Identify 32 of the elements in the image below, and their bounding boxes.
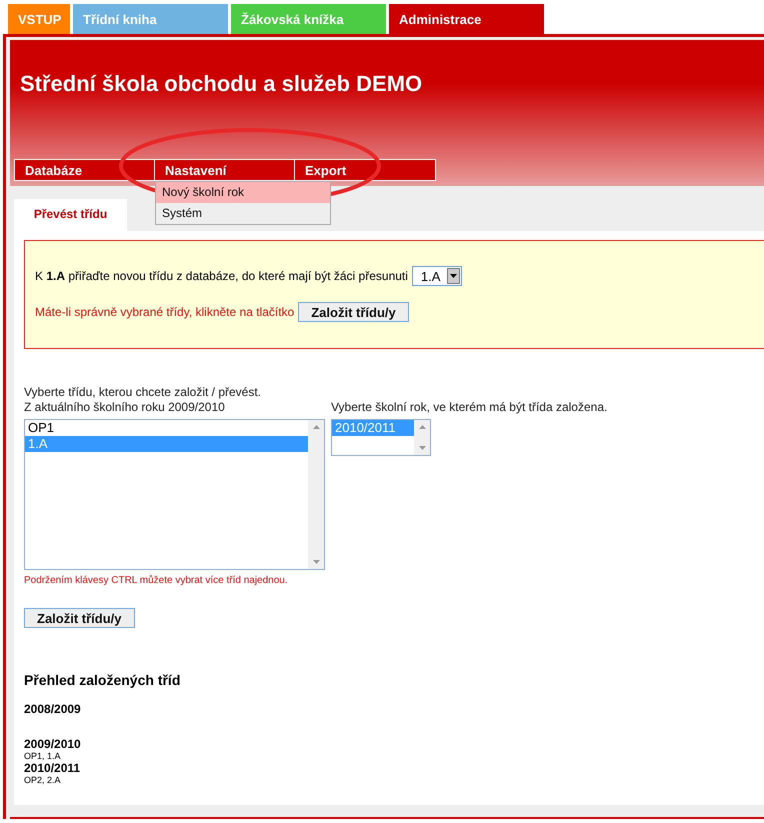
create-class-button[interactable]: Založit třídu/y <box>298 302 409 322</box>
overview-title: Přehled založených tříd <box>24 672 182 688</box>
sub-tab[interactable]: Převést třídu <box>14 199 127 231</box>
year-heading: 2010/2011 <box>24 761 82 775</box>
scroll-up-icon[interactable] <box>418 425 426 429</box>
class-list-text: OP1, 1.A <box>24 751 62 761</box>
select-label: Vyberte třídu, kterou chcete založit / převést. <box>24 385 262 400</box>
school-title: Střední škola obchodu a služeb DEMO <box>20 70 424 97</box>
menu-item[interactable]: Export <box>295 160 435 180</box>
top-tab[interactable]: Administrace <box>389 4 544 34</box>
hint-text: Máte-li správně vybrané třídy, klikněte na tlačítko <box>35 305 294 319</box>
scroll-down-icon[interactable] <box>312 560 320 564</box>
class-dropdown[interactable]: 1.A <box>412 266 462 286</box>
scrollbar[interactable] <box>308 420 324 569</box>
year-heading: 2009/2010 <box>24 737 82 751</box>
ctrl-hint: Podržením klávesy CTRL můžete vybrat více tříd najednou. <box>24 575 289 586</box>
dropdown-item[interactable]: Systém <box>156 203 330 224</box>
instruction-text: K 1.A přiřaďte novou třídu z databáze, do které mají být žáci přesunuti <box>35 269 408 283</box>
year-heading: 2008/2009 <box>24 702 82 716</box>
menu-item[interactable]: Nastavení <box>155 160 295 180</box>
class-listbox[interactable]: OP1 1.A <box>24 419 325 570</box>
menu-item[interactable]: Databáze <box>15 160 155 180</box>
class-list-text: OP2, 2.A <box>24 775 62 785</box>
list-option[interactable]: OP1 <box>25 420 308 436</box>
create-class-button[interactable]: Založit třídu/y <box>24 608 134 628</box>
select-label: Z aktuálního školního roku 2009/2010 <box>24 400 226 415</box>
scroll-down-icon[interactable] <box>418 446 426 450</box>
scroll-up-icon[interactable] <box>312 425 320 429</box>
scrollbar[interactable] <box>414 420 430 455</box>
dropdown-item[interactable]: Nový školní rok <box>156 182 330 203</box>
caret-icon <box>446 268 460 284</box>
select-label: Vyberte školní rok, ve kterém má být třída založena. <box>331 400 608 415</box>
